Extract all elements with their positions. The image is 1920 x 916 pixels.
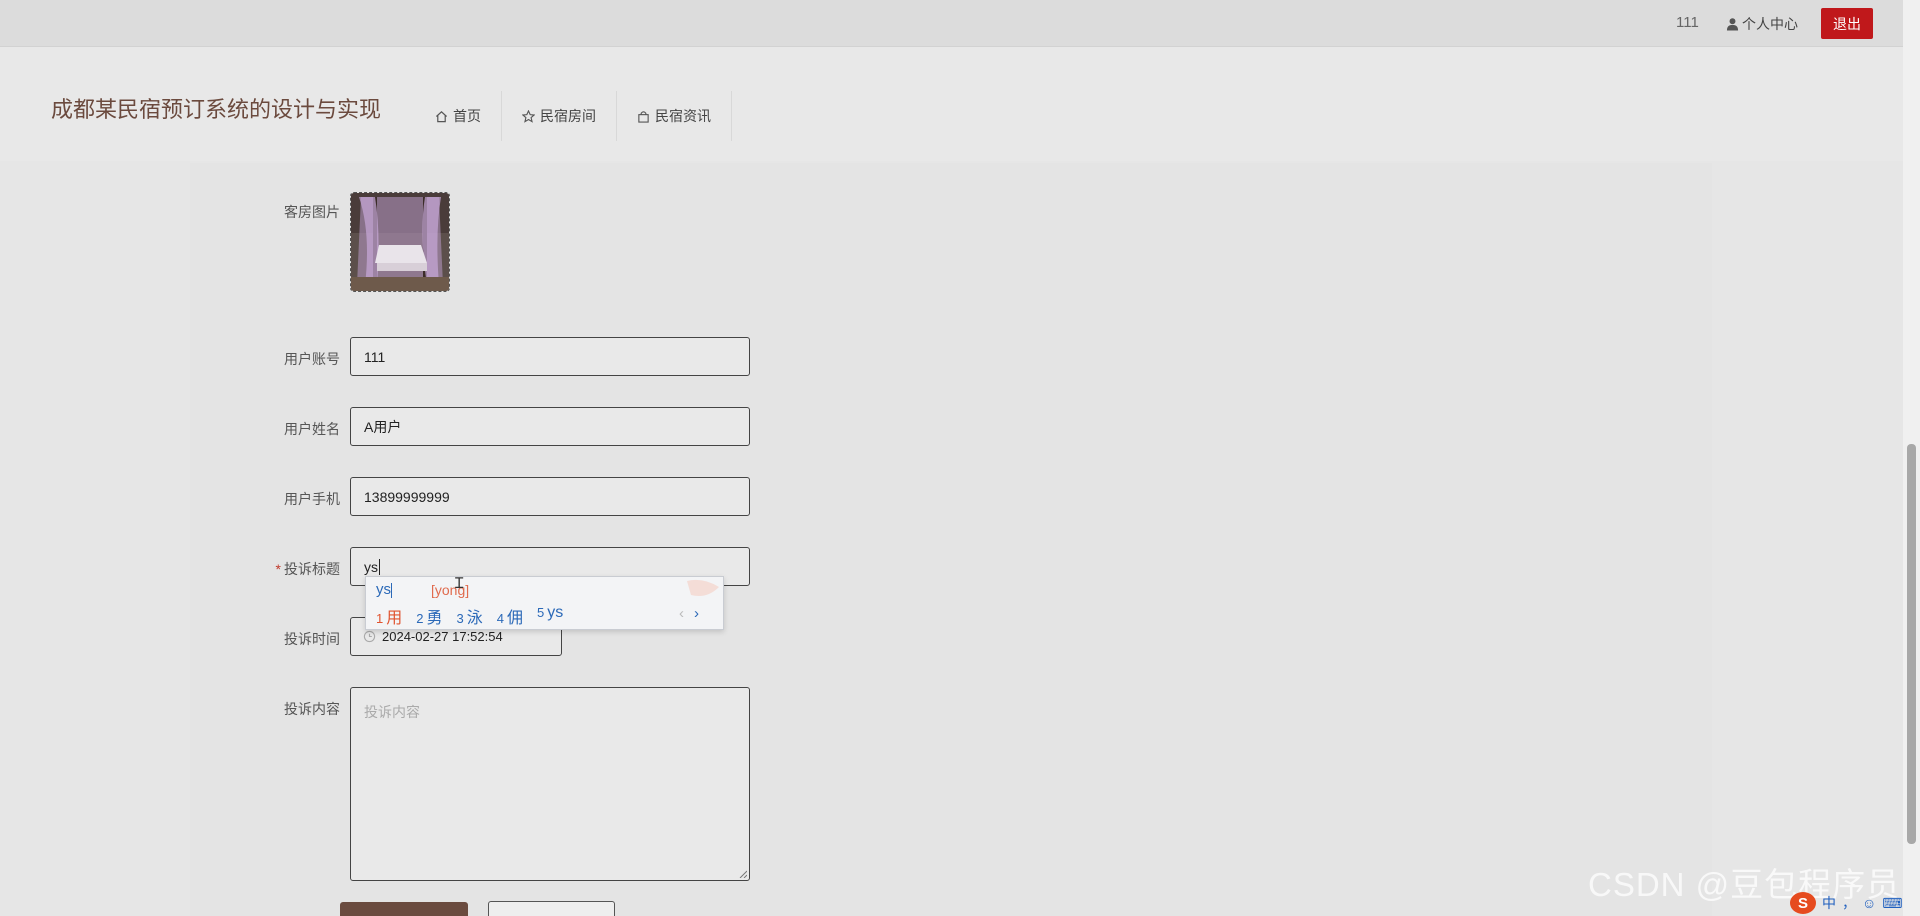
top-bar: 111 个人中心 退出 (0, 0, 1903, 47)
home-icon (435, 110, 448, 122)
resize-handle-icon[interactable] (739, 870, 747, 878)
complaint-time-label: 投诉时间 (284, 631, 340, 647)
ime-page-arrows: ‹ › (679, 605, 699, 622)
ime-candidate-list: 1用 2勇 3泳 4佣 5 ys (376, 604, 563, 628)
nav-item-home[interactable]: 首页 (415, 91, 502, 141)
ibeam-cursor-icon: Ɪ (455, 575, 464, 592)
ime-punct-indicator[interactable]: ， (1842, 893, 1856, 913)
complaint-title-value: ys (364, 558, 378, 575)
ime-candidate-popup: ys [yong] 1用 2勇 3泳 4佣 5 ys ‹ › (365, 576, 724, 630)
nav-label: 民宿房间 (540, 108, 596, 124)
room-image-label: 客房图片 (284, 204, 340, 220)
bag-icon (638, 110, 649, 123)
emoji-icon[interactable]: ☺ (1862, 895, 1876, 911)
submit-button[interactable] (340, 902, 468, 916)
complaint-content-textarea[interactable]: 投诉内容 (350, 687, 750, 881)
reset-button[interactable] (488, 901, 615, 916)
room-image (350, 192, 450, 292)
phone-input[interactable]: 13899999999 (350, 477, 750, 516)
ime-candidate[interactable]: 2勇 (416, 604, 442, 628)
complaint-title-label: * 投诉标题 (190, 559, 340, 579)
room-photo (351, 193, 449, 291)
ime-skin-decoration (687, 579, 719, 596)
ime-mode-indicator[interactable]: 中 (1822, 893, 1836, 913)
name-input[interactable]: A用户 (350, 407, 750, 446)
ime-status-tray: S 中 ， ☺ ⌨ (1790, 892, 1903, 914)
ime-next-icon[interactable]: › (694, 605, 699, 622)
account-label: 用户账号 (284, 351, 340, 367)
scrollbar-thumb[interactable] (1907, 444, 1916, 844)
username-display: 111 (1676, 14, 1699, 31)
phone-label: 用户手机 (284, 491, 340, 507)
name-label: 用户姓名 (284, 421, 340, 437)
complaint-time-value: 2024-02-27 17:52:54 (382, 629, 503, 644)
nav-item-news[interactable]: 民宿资讯 (617, 91, 732, 141)
user-icon (1726, 18, 1739, 31)
profile-label: 个人中心 (1742, 16, 1798, 32)
logout-button[interactable]: 退出 (1821, 8, 1873, 39)
main-nav: 首页 民宿房间 民宿资讯 (415, 91, 732, 141)
nav-item-rooms[interactable]: 民宿房间 (502, 91, 617, 141)
ime-candidate[interactable]: 4佣 (497, 604, 523, 628)
ime-candidate[interactable]: 5 ys (537, 604, 563, 628)
header: 成都某民宿预订系统的设计与实现 首页 民宿房间 民宿资讯 (0, 47, 1903, 161)
ime-candidate[interactable]: 3泳 (457, 604, 483, 628)
text-caret (379, 558, 380, 575)
keyboard-icon[interactable]: ⌨ (1882, 895, 1902, 912)
profile-link[interactable]: 个人中心 (1726, 14, 1798, 34)
ime-prev-icon[interactable]: ‹ (679, 605, 684, 622)
sogou-ime-icon: S (1790, 892, 1816, 914)
clock-icon (363, 630, 376, 643)
nav-label: 首页 (453, 108, 481, 124)
account-input[interactable]: 111 (350, 337, 750, 376)
ime-pinyin: [yong] (431, 582, 470, 598)
complaint-content-placeholder: 投诉内容 (364, 704, 420, 720)
required-mark: * (275, 561, 281, 577)
page-scrollbar[interactable] (1903, 0, 1920, 916)
ime-composition: ys (376, 581, 392, 598)
site-title: 成都某民宿预订系统的设计与实现 (51, 97, 382, 122)
star-icon (522, 109, 535, 123)
ime-candidate[interactable]: 1用 (376, 604, 402, 628)
complaint-content-label: 投诉内容 (284, 701, 340, 717)
complaint-title-label-text: 投诉标题 (284, 561, 340, 577)
nav-label: 民宿资讯 (655, 108, 711, 124)
